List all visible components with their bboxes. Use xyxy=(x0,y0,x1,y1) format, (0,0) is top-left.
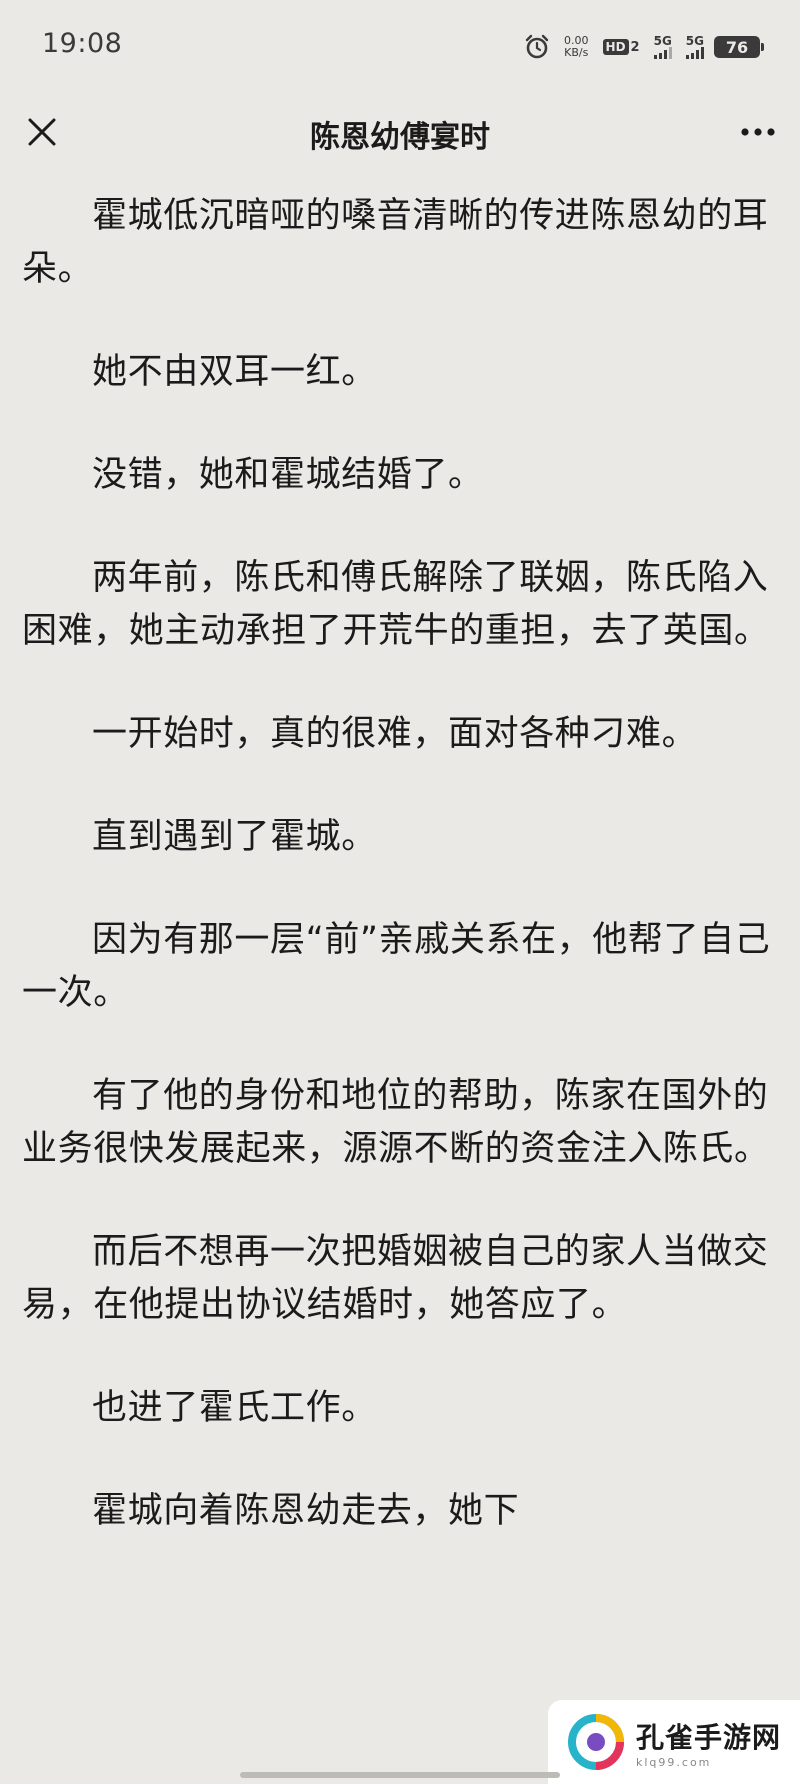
status-bar: 19:08 0.00 KB/s HD 2 5G 5G 76 xyxy=(0,0,800,90)
more-dots-icon xyxy=(741,128,775,136)
paragraph: 因为有那一层“前”亲戚关系在，他帮了自己一次。 xyxy=(22,920,771,1013)
paragraph: 霍城向着陈恩幼走去，她下 xyxy=(92,1491,520,1531)
paragraph: 也进了霍氏工作。 xyxy=(92,1388,377,1428)
sim2-network-label: 5G xyxy=(685,34,704,48)
article-body: 霍城低沉暗哑的嗓音清晰的传进陈恩幼的耳朵。 她不由双耳一红。 没错，她和霍城结婚… xyxy=(22,190,782,1588)
more-options-button[interactable] xyxy=(734,108,782,156)
hd-label: HD xyxy=(602,39,629,55)
home-indicator[interactable] xyxy=(240,1772,560,1778)
network-speed: 0.00 KB/s xyxy=(564,35,589,59)
watermark-name: 孔雀手游网 xyxy=(636,1720,782,1754)
paragraph: 直到遇到了霍城。 xyxy=(92,817,377,857)
alarm-clock-icon xyxy=(525,34,549,59)
hd-voice-icon: HD 2 xyxy=(602,39,640,55)
paragraph: 而后不想再一次把婚姻被自己的家人当做交易，在他提出协议结婚时，她答应了。 xyxy=(22,1232,769,1325)
watermark-url: klq99.com xyxy=(636,1755,712,1769)
signal-sim2-icon: 5G xyxy=(685,34,704,59)
paragraph: 她不由双耳一红。 xyxy=(92,352,377,392)
battery-level: 76 xyxy=(725,37,749,57)
paragraph: 霍城低沉暗哑的嗓音清晰的传进陈恩幼的耳朵。 xyxy=(22,196,769,289)
paragraph: 两年前，陈氏和傅氏解除了联姻，陈氏陷入困难，她主动承担了开荒牛的重担，去了英国。 xyxy=(22,558,770,651)
peacock-logo-icon xyxy=(568,1714,624,1770)
paragraph: 没错，她和霍城结婚了。 xyxy=(92,455,484,495)
watermark-badge: 孔雀手游网 klq99.com xyxy=(548,1700,800,1784)
battery-icon: 76 xyxy=(714,36,764,58)
app-header: 陈恩幼傅宴时 xyxy=(0,90,800,176)
paragraph: 一开始时，真的很难，面对各种刁难。 xyxy=(92,714,698,754)
status-icons: 0.00 KB/s HD 2 5G 5G xyxy=(524,30,704,64)
signal-sim1-icon: 5G xyxy=(653,34,672,59)
sim1-network-label: 5G xyxy=(653,34,672,48)
paragraph: 有了他的身份和地位的帮助，陈家在国外的业务很快发展起来，源源不断的资金注入陈氏。 xyxy=(22,1076,770,1169)
status-time: 19:08 xyxy=(42,28,123,59)
page-title: 陈恩幼傅宴时 xyxy=(310,120,490,155)
network-speed-unit: KB/s xyxy=(564,46,589,59)
hd-sub-label: 2 xyxy=(630,39,640,55)
